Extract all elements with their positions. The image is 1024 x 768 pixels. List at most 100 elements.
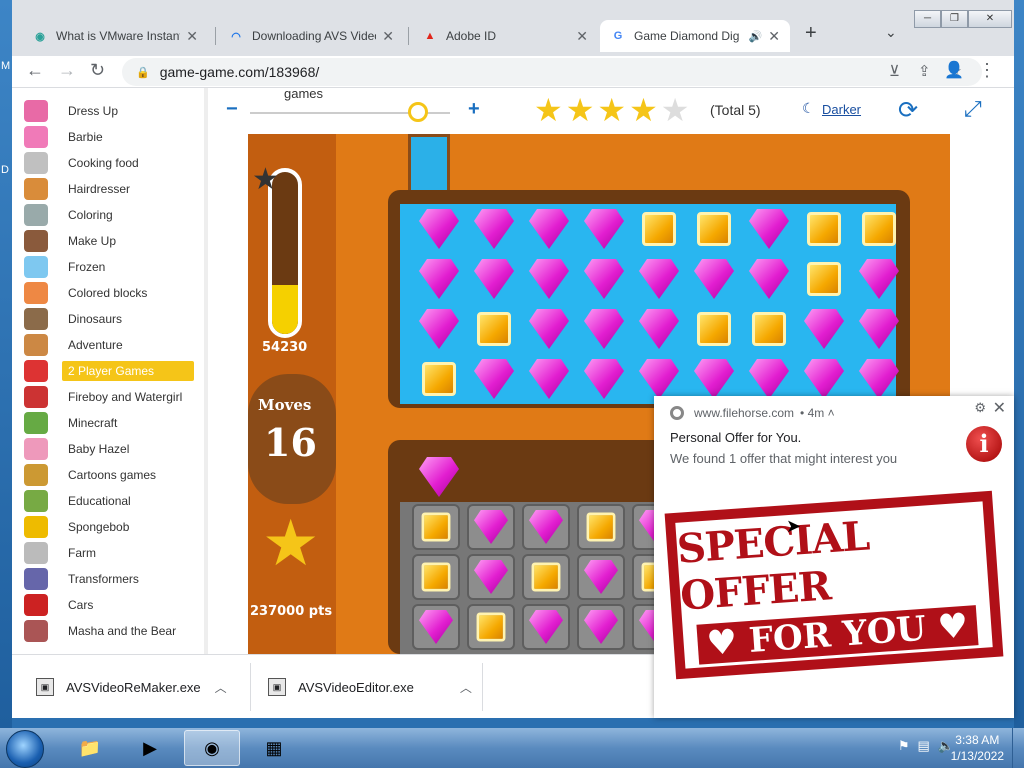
gem-cell[interactable] (636, 256, 682, 302)
tab-avs[interactable]: ◠ Downloading AVS Video ✕ (218, 20, 404, 52)
start-button[interactable] (6, 730, 44, 768)
gem-cell[interactable] (636, 206, 682, 252)
gem-cell[interactable] (801, 256, 847, 302)
fullscreen-icon[interactable]: ⤢ (964, 96, 982, 122)
sidebar-item-cars[interactable]: Cars (24, 593, 204, 617)
gem-cell[interactable] (526, 206, 572, 252)
sidebar-item-educational[interactable]: Educational (24, 489, 204, 513)
sidebar-item-cartoons-games[interactable]: Cartoons games (24, 463, 204, 487)
close-icon[interactable]: ✕ (186, 28, 198, 45)
stone-gem-cell[interactable] (467, 604, 515, 650)
gem-cell[interactable] (801, 206, 847, 252)
maximize-button[interactable]: ❐ (941, 10, 968, 28)
gem-cell[interactable] (581, 256, 627, 302)
sidebar-item-dress-up[interactable]: Dress Up (24, 99, 204, 123)
gem-cell[interactable] (581, 356, 627, 402)
stone-gem-cell[interactable] (522, 554, 570, 600)
sidebar-item-colored-blocks[interactable]: Colored blocks (24, 281, 204, 305)
close-icon[interactable]: ✕ (382, 28, 394, 45)
gem-cell[interactable] (471, 206, 517, 252)
tab-search-chevron-icon[interactable]: ⌄ (885, 24, 897, 41)
close-window-button[interactable]: ✕ (968, 10, 1012, 28)
forward-arrow-icon[interactable]: → (58, 60, 76, 81)
chevron-up-icon[interactable]: ︿ (215, 679, 227, 696)
rating-stars[interactable]: ★ ★ ★ ★ ★ (534, 94, 689, 126)
gem-cell[interactable] (801, 306, 847, 352)
address-bar[interactable]: 🔒 game-game.com/183968/ ⊻ ⇪ ☆ (122, 58, 982, 86)
download-item[interactable]: ▣ AVSVideoReMaker.exe ︿ (36, 655, 227, 718)
empty-star-icon[interactable]: ★ (661, 94, 690, 126)
gem-cell[interactable] (746, 206, 792, 252)
share-icon[interactable]: ⇪ (918, 62, 931, 80)
sidebar-item-2-player-games[interactable]: 2 Player Games (24, 359, 204, 383)
kebab-menu-icon[interactable]: ⋮ (978, 60, 996, 81)
push-notification[interactable]: www.filehorse.com • 4m ˄ ⚙ ✕ Personal Of… (654, 396, 1014, 718)
gem-cell[interactable] (856, 306, 902, 352)
network-icon[interactable]: ▤ (918, 738, 930, 754)
control-panel-icon[interactable]: ▦ (246, 730, 302, 766)
sidebar-item-baby-hazel[interactable]: Baby Hazel (24, 437, 204, 461)
zoom-in-button[interactable]: + (468, 98, 480, 121)
gem-cell[interactable] (416, 356, 462, 402)
chrome-taskbar-icon[interactable]: ◉ (184, 730, 240, 766)
sidebar-item-cooking-food[interactable]: Cooking food (24, 151, 204, 175)
close-icon[interactable]: ✕ (576, 28, 588, 45)
gem-cell[interactable] (471, 256, 517, 302)
gem-cell[interactable] (416, 454, 462, 500)
stone-gem-cell[interactable] (467, 554, 515, 600)
sidebar-item-farm[interactable]: Farm (24, 541, 204, 565)
sidebar-item-adventure[interactable]: Adventure (24, 333, 204, 357)
gem-cell[interactable] (581, 206, 627, 252)
profile-avatar-icon[interactable]: 👤 (944, 60, 964, 80)
new-tab-button[interactable]: + (805, 22, 817, 45)
gem-cell[interactable] (526, 356, 572, 402)
stone-gem-cell[interactable] (577, 554, 625, 600)
gem-cell[interactable] (581, 306, 627, 352)
tab-vmware[interactable]: ◉ What is VMware Instant ✕ (22, 20, 208, 52)
system-clock[interactable]: 3:38 AM 1/13/2022 (951, 732, 1004, 764)
tab-game-diamond-dig[interactable]: G Game Diamond Dig 🔊 ✕ (600, 20, 790, 52)
gem-cell[interactable] (416, 306, 462, 352)
sidebar-item-barbie[interactable]: Barbie (24, 125, 204, 149)
sidebar-item-hairdresser[interactable]: Hairdresser (24, 177, 204, 201)
gem-cell[interactable] (856, 256, 902, 302)
zoom-slider-knob[interactable] (408, 102, 428, 122)
gem-cell[interactable] (746, 256, 792, 302)
show-desktop-button[interactable] (1012, 728, 1024, 768)
gem-cell[interactable] (416, 206, 462, 252)
moon-icon[interactable]: ☾ (802, 100, 815, 117)
filled-star-icon[interactable]: ★ (534, 94, 563, 126)
sidebar-item-make-up[interactable]: Make Up (24, 229, 204, 253)
special-offer-stamp[interactable]: SPECIAL OFFER ♥ FOR YOU ♥ (664, 490, 1004, 680)
gem-cell[interactable] (471, 356, 517, 402)
speaker-icon[interactable]: 🔊 (749, 30, 763, 43)
stone-gem-cell[interactable] (522, 604, 570, 650)
reload-icon[interactable]: ↻ (90, 60, 105, 81)
minimize-button[interactable]: ─ (914, 10, 941, 28)
stone-gem-cell[interactable] (412, 554, 460, 600)
close-icon[interactable]: ✕ (768, 28, 780, 45)
stone-gem-cell[interactable] (522, 504, 570, 550)
download-item[interactable]: ▣ AVSVideoEditor.exe ︿ (268, 655, 472, 718)
filled-star-icon[interactable]: ★ (566, 94, 595, 126)
close-icon[interactable]: ✕ (993, 398, 1006, 418)
sidebar-item-frozen[interactable]: Frozen (24, 255, 204, 279)
gem-cell[interactable] (746, 306, 792, 352)
stone-gem-cell[interactable] (412, 604, 460, 650)
file-explorer-icon[interactable]: 📁 (62, 730, 118, 766)
sidebar-item-transformers[interactable]: Transformers (24, 567, 204, 591)
darker-link[interactable]: Darker (822, 102, 861, 117)
stone-gem-cell[interactable] (577, 504, 625, 550)
sidebar-item-minecraft[interactable]: Minecraft (24, 411, 204, 435)
refresh-icon[interactable]: ⟳ (898, 96, 918, 125)
stone-gem-cell[interactable] (467, 504, 515, 550)
gem-cell[interactable] (691, 306, 737, 352)
gear-icon[interactable]: ⚙ (974, 400, 986, 416)
gem-cell[interactable] (636, 306, 682, 352)
chevron-up-icon[interactable]: ︿ (460, 679, 472, 696)
gem-cell[interactable] (691, 206, 737, 252)
filled-star-icon[interactable]: ★ (597, 94, 626, 126)
gem-cell[interactable] (691, 256, 737, 302)
install-app-icon[interactable]: ⊻ (889, 62, 900, 80)
sidebar-item-spongebob[interactable]: Spongebob (24, 515, 204, 539)
